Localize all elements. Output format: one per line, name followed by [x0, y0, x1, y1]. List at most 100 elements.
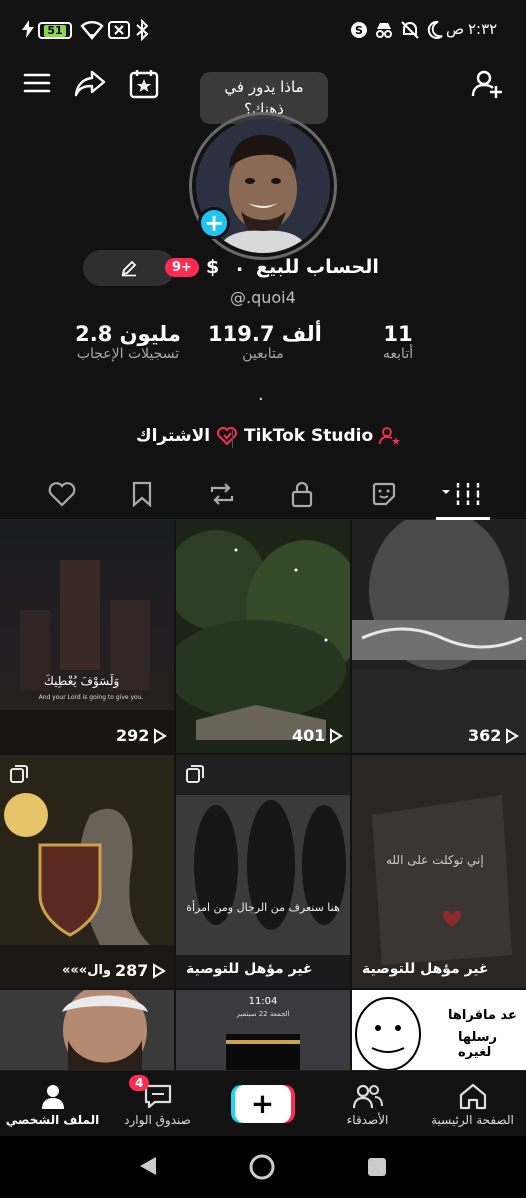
subscribe-label: الاشتراك — [136, 426, 211, 446]
nav-home-label: الصفحة الرئيسية — [431, 1112, 514, 1127]
overlay-text: عد ماقراها — [448, 1008, 517, 1023]
recents-icon[interactable] — [367, 1157, 387, 1177]
plus-icon: + — [234, 1085, 291, 1123]
studio-user-icon — [379, 427, 401, 445]
grid-icon — [442, 483, 480, 505]
video-thumbnail-4[interactable]: «««وال 287 — [0, 755, 174, 988]
wifi-icon — [80, 20, 104, 40]
video-thumbnail-2[interactable]: 401 — [176, 520, 350, 753]
add-story-plus-icon[interactable]: + — [198, 207, 230, 239]
private-tab[interactable] — [258, 470, 346, 518]
back-icon[interactable] — [138, 1155, 158, 1177]
likes-stat[interactable]: 2.8 مليون تسجيلات الإعجاب — [66, 322, 190, 362]
view-count-value: 401 — [292, 726, 326, 745]
bluetooth-icon — [136, 19, 148, 41]
sticker-icon — [372, 482, 396, 506]
add-user-icon[interactable] — [470, 68, 506, 104]
profile-icon — [41, 1084, 64, 1109]
nav-friends[interactable]: الأصدقاء — [315, 1071, 420, 1137]
profile-handle[interactable]: @.quoi4 — [230, 288, 296, 307]
saved-tab[interactable] — [98, 470, 186, 518]
video-thumbnail-1[interactable]: وَلَسَوْفَ يُعْطِيكَ And your Lord is go… — [0, 520, 174, 753]
svg-text:S: S — [355, 24, 363, 37]
overlay-quote-sub: And your Lord is going to give you. — [38, 694, 144, 701]
videos-tab[interactable] — [418, 470, 506, 518]
play-icon — [153, 962, 167, 979]
status-bar: 51 S ص ٢:٣٢ — [0, 0, 526, 62]
app-notification-icon: S — [350, 21, 368, 39]
menu-icon[interactable] — [22, 68, 58, 104]
friends-icon — [352, 1084, 383, 1108]
lock-icon — [291, 481, 313, 508]
content-tabs — [0, 468, 526, 520]
notification-badge[interactable]: 9+ — [165, 258, 199, 277]
video-thumbnail-9[interactable]: عد ماقراها رسلها لغيره — [352, 990, 526, 1070]
view-count-value: 287 — [115, 961, 149, 980]
nav-profile-label: الملف الشخصي — [5, 1112, 100, 1127]
muted-bell-icon — [400, 20, 420, 40]
caption-prefix: «««وال — [62, 963, 112, 978]
view-count: «««وال 287 — [62, 961, 167, 980]
edit-profile-button[interactable] — [83, 250, 175, 286]
nav-profile[interactable]: الملف الشخصي — [0, 1071, 105, 1137]
play-icon — [330, 727, 344, 744]
incognito-icon — [374, 21, 394, 39]
favorites-tab[interactable] — [340, 470, 428, 518]
battery-icon: 51 — [38, 22, 72, 39]
view-count-value: 292 — [116, 726, 150, 745]
following-label: أتابعه — [382, 346, 414, 362]
nav-inbox-label: صندوق الوارد — [124, 1112, 191, 1127]
reposts-tab[interactable] — [178, 470, 266, 518]
nav-inbox[interactable]: صندوق الوارد — [105, 1071, 210, 1137]
video-thumbnail-7[interactable] — [0, 990, 174, 1070]
not-recommended-label: غير مؤهل للتوصية — [186, 961, 313, 977]
likes-count: 2.8 مليون — [75, 322, 181, 346]
view-count: 401 — [292, 726, 344, 745]
battery-level: 51 — [44, 24, 66, 37]
overlay-date: الجمعة 22 سبتمبر — [236, 1010, 290, 1018]
home-circle-icon[interactable] — [248, 1153, 276, 1181]
video-thumbnail-3[interactable]: 362 — [352, 520, 526, 753]
home-icon — [459, 1083, 486, 1109]
create-button[interactable]: + — [210, 1071, 315, 1137]
followers-label: متابعين — [242, 346, 284, 362]
nav-home[interactable]: الصفحة الرئيسية — [420, 1071, 525, 1137]
multi-photo-icon — [10, 765, 28, 783]
followers-count: 119.7 ألف — [208, 322, 322, 346]
link-divider — [232, 430, 233, 448]
not-recommended-label: غير مؤهل للتوصية — [362, 961, 489, 977]
video-thumbnail-5[interactable]: هنا سنعرف من الرجال ومن امرأة غير مؤهل ل… — [176, 755, 350, 988]
clock: ٢:٣٢ — [468, 20, 498, 38]
charging-icon — [22, 20, 34, 38]
play-icon — [154, 727, 168, 744]
pencil-icon — [121, 260, 137, 277]
view-count: 292 — [116, 726, 168, 745]
overlay-quote: وَلَسَوْفَ يُعْطِيكَ — [44, 674, 120, 688]
overlay-text: إني توكلت على الله — [386, 853, 484, 867]
profile-name: الحساب للبيع — [256, 256, 379, 278]
tiktok-studio-label: TikTok Studio — [244, 426, 374, 446]
no-sim-icon — [108, 21, 130, 39]
bio: . — [258, 384, 264, 405]
multi-photo-icon — [186, 765, 204, 783]
tiktok-studio-link[interactable]: TikTok Studio — [244, 426, 401, 446]
dollar-sign: $ — [206, 256, 220, 278]
video-thumbnail-8[interactable]: 11:04 الجمعة 22 سبتمبر — [176, 990, 350, 1070]
overlay-time: 11:04 — [248, 996, 278, 1007]
calendar-star-icon[interactable] — [128, 68, 164, 104]
bottom-navigation: الملف الشخصي صندوق الوارد 4 + الأصدقاء ا… — [0, 1070, 526, 1136]
system-navigation — [0, 1136, 526, 1198]
plus-glyph: + — [250, 1087, 275, 1120]
following-count: 11 — [383, 322, 413, 346]
bookmark-icon — [132, 481, 152, 507]
video-thumbnail-6[interactable]: إني توكلت على الله غير مؤهل للتوصية — [352, 755, 526, 988]
overlay-text: هنا سنعرف من الرجال ومن امرأة — [186, 901, 340, 914]
share-icon[interactable] — [74, 68, 110, 104]
heart-icon — [48, 482, 76, 507]
subscribe-link[interactable]: الاشتراك — [136, 426, 238, 446]
following-stat[interactable]: 11 أتابعه — [356, 322, 440, 362]
am-pm-label: ص — [446, 20, 465, 38]
liked-tab[interactable] — [18, 470, 106, 518]
followers-stat[interactable]: 119.7 ألف متابعين — [208, 322, 322, 362]
view-count-value: 362 — [468, 726, 502, 745]
